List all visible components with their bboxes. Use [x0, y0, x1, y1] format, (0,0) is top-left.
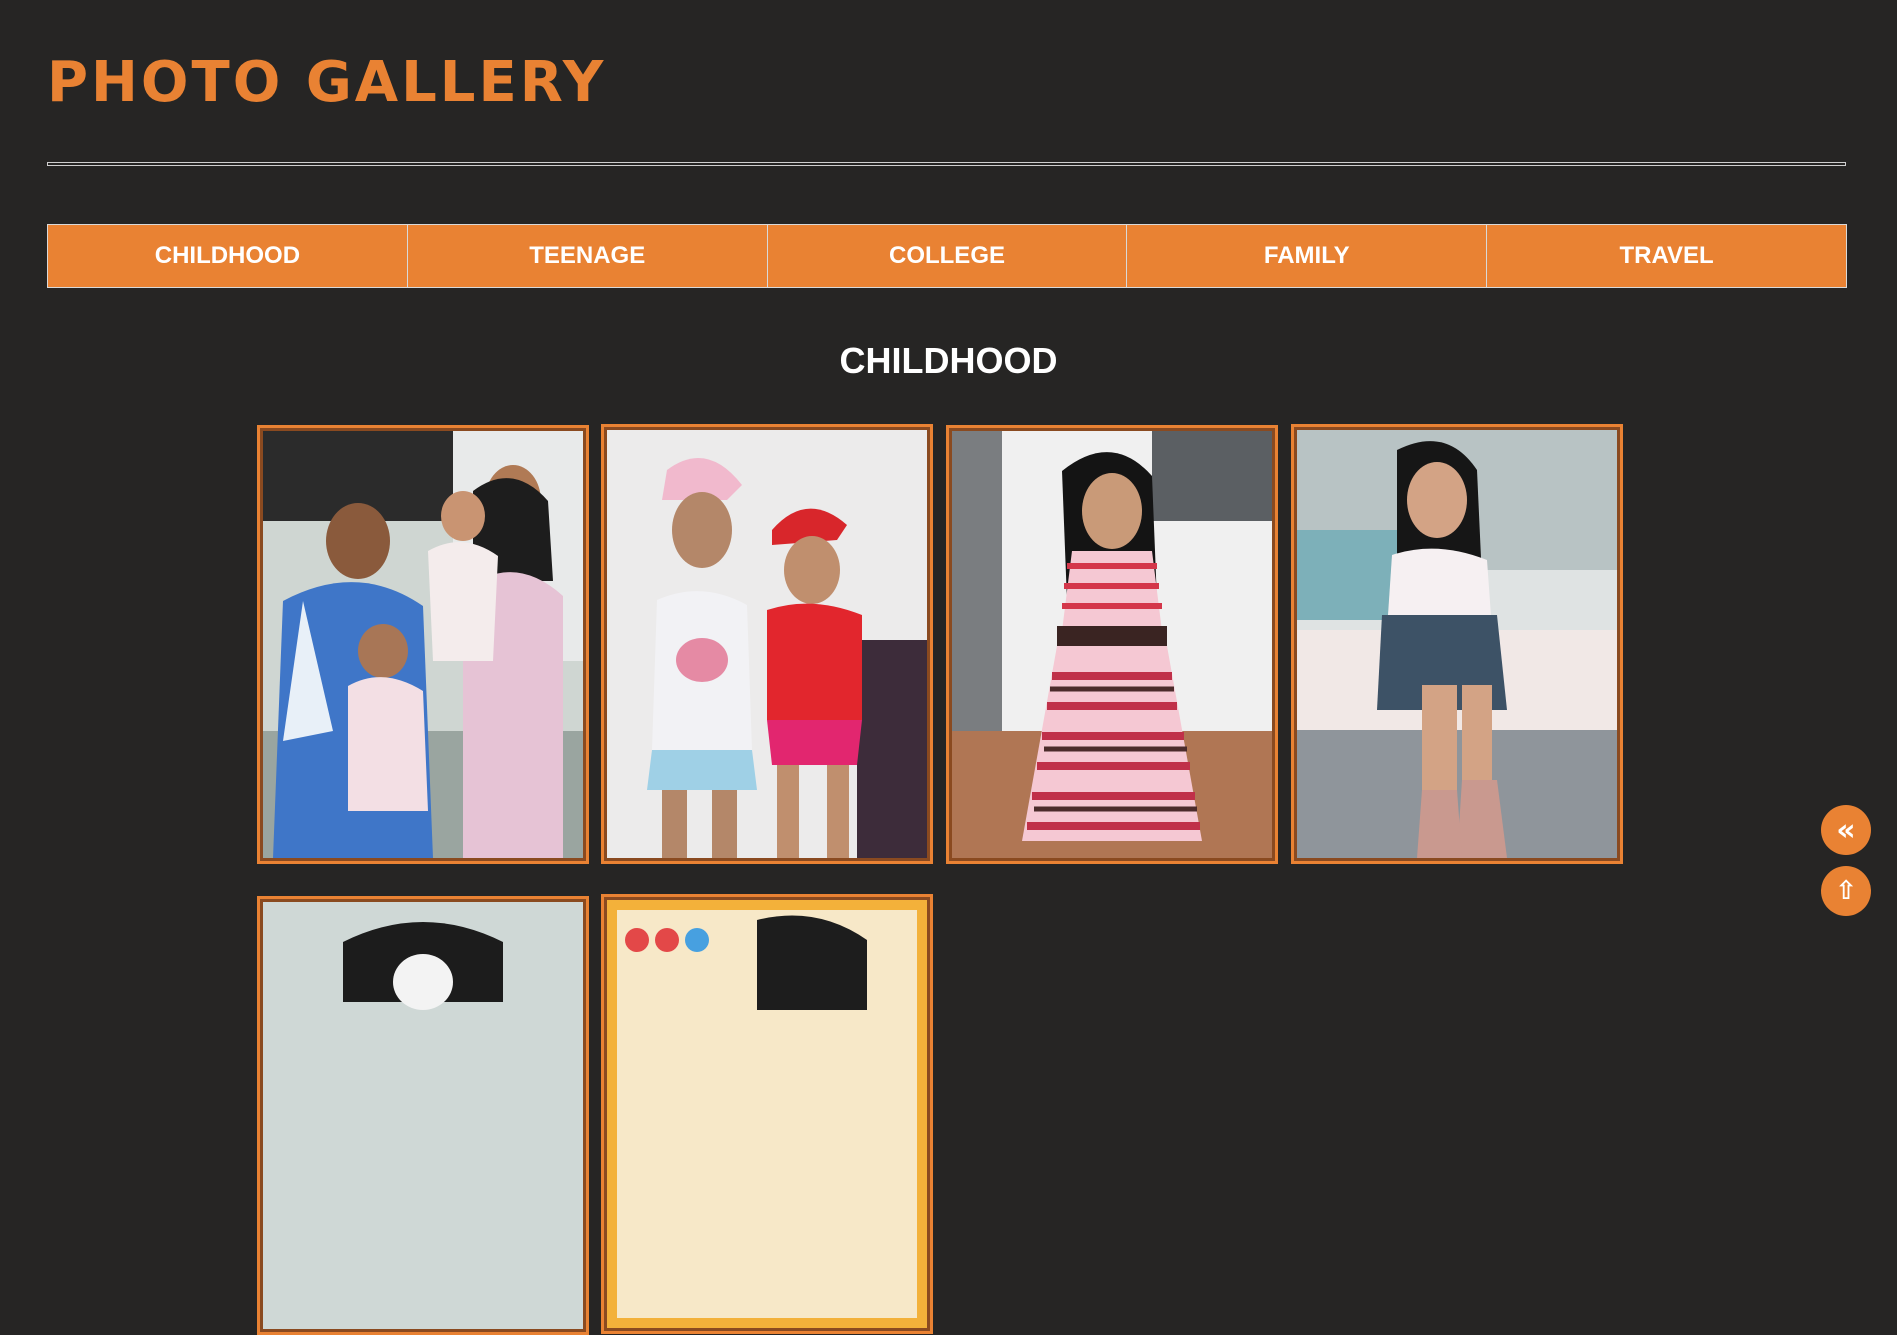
- back-button[interactable]: «: [1821, 805, 1871, 855]
- photo-thumbnail[interactable]: [601, 894, 933, 1334]
- nav-item-travel[interactable]: TRAVEL: [1487, 225, 1846, 287]
- nav-item-family[interactable]: FAMILY: [1127, 225, 1488, 287]
- family-photo: [263, 431, 583, 858]
- sitting-girl-photo: [1297, 430, 1617, 858]
- photo-thumbnail[interactable]: [1291, 424, 1623, 864]
- gallery-photo: [607, 900, 927, 1328]
- nav-item-childhood[interactable]: CHILDHOOD: [48, 225, 408, 287]
- photo-thumbnail[interactable]: [601, 424, 933, 864]
- nav-item-college[interactable]: COLLEGE: [768, 225, 1128, 287]
- nav-item-teenage[interactable]: TEENAGE: [408, 225, 768, 287]
- striped-dress-photo: [952, 431, 1272, 858]
- girls-posing-photo: [607, 430, 927, 858]
- section-title: CHILDHOOD: [839, 340, 1058, 381]
- photo-thumbnail[interactable]: [257, 896, 589, 1335]
- header-divider: [47, 162, 1846, 166]
- photo-thumbnail[interactable]: [257, 425, 589, 864]
- gallery-photo: [263, 902, 583, 1329]
- page-title: PHOTO GALLERY: [47, 50, 607, 115]
- category-nav: CHILDHOOD TEENAGE COLLEGE FAMILY TRAVEL: [47, 224, 1847, 288]
- photo-thumbnail[interactable]: [946, 425, 1278, 864]
- scroll-top-button[interactable]: ⇧: [1821, 866, 1871, 916]
